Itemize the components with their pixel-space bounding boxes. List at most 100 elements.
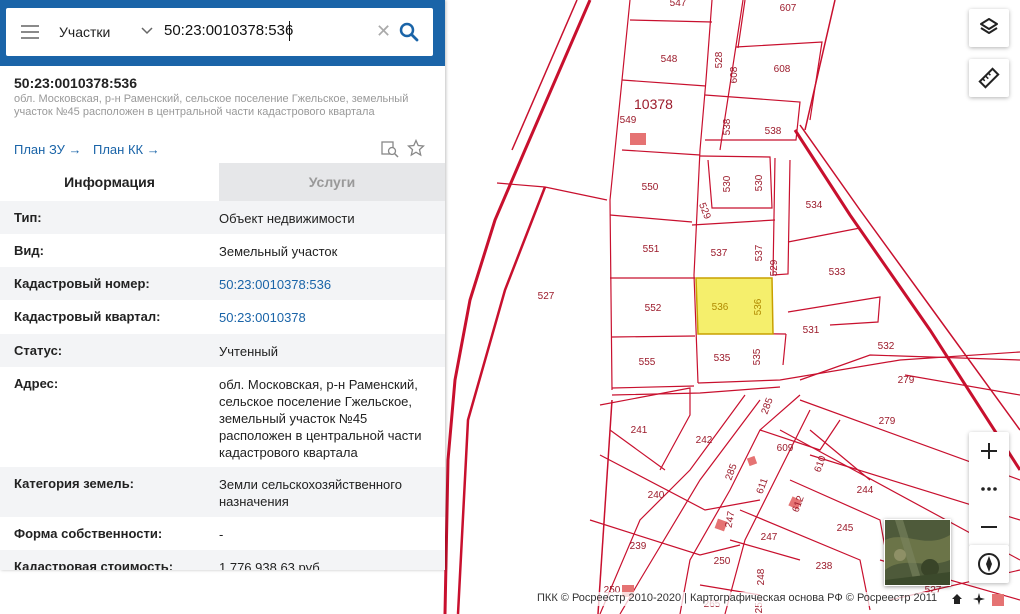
plot-number-label: 533 — [829, 267, 846, 278]
plot-number-label: 555 — [639, 357, 656, 368]
plot-number-label: 530 — [754, 174, 765, 191]
plot-number-label: 532 — [878, 341, 895, 352]
clear-icon[interactable]: ✕ — [376, 22, 392, 40]
plot-number-label: 536 — [712, 302, 729, 313]
zoom-in-icon[interactable] — [969, 432, 1009, 470]
info-label: Тип: — [14, 210, 42, 225]
plot-number-label: 527 — [538, 291, 555, 302]
info-label: Форма собственности: — [14, 526, 163, 541]
ruler-icon — [978, 67, 1000, 89]
info-label: Вид: — [14, 243, 44, 258]
plot-number-label: 534 — [806, 200, 823, 211]
plot-number-label: 531 — [803, 325, 820, 336]
info-value: Объект недвижимости — [219, 211, 355, 226]
info-label: Кадастровая стоимость: — [14, 559, 174, 570]
plot-number-label: 607 — [780, 3, 797, 14]
info-label: Категория земель: — [14, 476, 135, 491]
plot-number-label: 242 — [696, 435, 713, 446]
map-attribution: ПКК © Росреестр 2010-2020 | Картографиче… — [533, 592, 942, 606]
search-bar: Участки 50:23:0010378:536 ✕ — [0, 0, 445, 66]
info-row-land-category: Категория земель: Земли сельскохозяйстве… — [0, 467, 445, 517]
plot-number-label: 528 — [714, 51, 725, 68]
plot-number-label: 609 — [777, 443, 794, 454]
cadastral-quarter-link[interactable]: 50:23:0010378 — [219, 309, 429, 326]
info-row-kind: Вид: Земельный участок — [0, 234, 445, 267]
home-icon[interactable] — [951, 593, 963, 605]
plan-zu-link[interactable]: План ЗУ → — [14, 142, 82, 157]
measure-button[interactable] — [969, 59, 1009, 97]
more-icon[interactable] — [969, 470, 1009, 508]
collapse-panel-icon[interactable] — [445, 24, 460, 42]
plot-number-label: 548 — [661, 54, 678, 65]
search-icon[interactable] — [398, 21, 420, 43]
zoom-out-icon[interactable] — [969, 508, 1009, 546]
chevron-down-icon[interactable] — [140, 23, 154, 39]
plot-number-label: 537 — [754, 244, 765, 261]
info-row-type: Тип: Объект недвижимости — [0, 201, 445, 234]
plot-number-label: 608 — [729, 66, 740, 83]
cadastral-number-link[interactable]: 50:23:0010378:536 — [219, 276, 429, 293]
plan-kk-link[interactable]: План КК → — [93, 142, 160, 157]
find-on-map-icon[interactable] — [381, 140, 399, 158]
compass-icon — [978, 553, 1000, 575]
plot-number-label: 250 — [714, 556, 731, 567]
plot-number-label: 240 — [648, 490, 665, 501]
info-row-status: Статус: Учтенный — [0, 334, 445, 367]
plot-number-label: 238 — [816, 561, 833, 572]
search-input[interactable]: 50:23:0010378:536 — [164, 22, 293, 39]
zoom-control — [969, 432, 1009, 546]
satellite-thumbnail — [885, 520, 950, 585]
info-panel: Участки 50:23:0010378:536 ✕ 50:23:001037… — [0, 0, 445, 570]
plot-number-label: 529 — [769, 259, 780, 276]
plot-number-label: 538 — [722, 118, 733, 135]
locate-icon[interactable] — [972, 592, 986, 606]
info-value: Земельный участок — [219, 244, 338, 259]
info-label: Адрес: — [14, 376, 59, 391]
info-value: 1 776 938,63 руб. — [219, 560, 324, 570]
plot-number-label: 536 — [753, 298, 764, 315]
layers-button[interactable] — [969, 9, 1009, 47]
plot-number-label: 550 — [642, 182, 659, 193]
info-row-address: Адрес: обл. Московская, р-н Раменский, с… — [0, 367, 445, 467]
info-value: Земли сельскохозяйственного назначения — [219, 477, 402, 509]
tab-services[interactable]: Услуги — [219, 163, 445, 201]
plot-number-label: 279 — [879, 416, 896, 427]
layers-icon — [980, 18, 998, 34]
star-icon[interactable] — [407, 139, 425, 157]
plot-number-label: 248 — [756, 568, 767, 585]
plot-number-label: 239 — [630, 541, 647, 552]
plot-number-label: 535 — [714, 353, 731, 364]
info-value: обл. Московская, р-н Раменский, сельское… — [219, 377, 422, 460]
plot-number-label: 552 — [645, 303, 662, 314]
tab-information[interactable]: Информация — [0, 163, 219, 201]
compass-button[interactable] — [969, 545, 1009, 583]
plot-number-label: 551 — [643, 244, 660, 255]
quarter-label: 10378 — [634, 96, 673, 112]
basemap-switcher-thumbnail[interactable] — [884, 519, 951, 586]
info-row-cadastral-value: Кадастровая стоимость: 1 776 938,63 руб. — [0, 550, 445, 570]
info-label: Статус: — [14, 343, 63, 358]
menu-icon[interactable] — [21, 24, 39, 40]
info-value: Учтенный — [219, 344, 279, 359]
plot-number-label: 241 — [631, 425, 648, 436]
plot-number-label: 547 — [670, 0, 687, 9]
text-cursor — [289, 21, 290, 41]
plot-number-label: 549 — [620, 115, 637, 126]
search-scope-select[interactable]: Участки — [59, 24, 110, 40]
plot-number-label: 247 — [761, 532, 778, 543]
plot-number-label: 530 — [722, 175, 733, 192]
plot-number-label: 279 — [898, 375, 915, 386]
info-label: Кадастровый номер: — [14, 276, 150, 291]
info-label: Кадастровый квартал: — [14, 309, 161, 324]
search-box: Участки 50:23:0010378:536 ✕ — [6, 8, 433, 56]
info-row-cadastral-number: Кадастровый номер: 50:23:0010378:536 — [0, 267, 445, 300]
info-row-ownership: Форма собственности: - — [0, 517, 445, 550]
plot-number-label: 537 — [711, 248, 728, 259]
plot-number-label: 538 — [765, 126, 782, 137]
plot-number-label: 245 — [837, 523, 854, 534]
plot-number-label: 608 — [774, 64, 791, 75]
object-title: 50:23:0010378:536 — [14, 75, 137, 91]
info-row-quarter: Кадастровый квартал: 50:23:0010378 — [0, 300, 445, 334]
plot-number-label: 244 — [857, 485, 874, 496]
info-value: - — [219, 527, 224, 542]
